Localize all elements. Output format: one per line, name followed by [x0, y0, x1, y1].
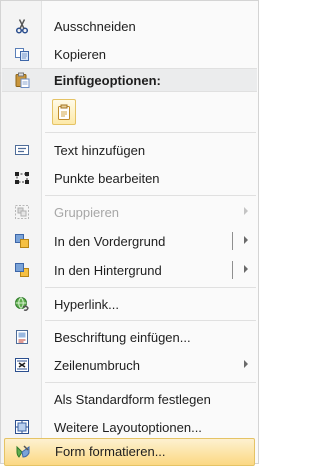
menu-item-group[interactable]: Gruppieren [2, 199, 257, 225]
submenu-arrow-icon[interactable] [244, 236, 248, 244]
bring-to-front-icon [14, 233, 30, 249]
menu-item-label: Text hinzufügen [54, 143, 146, 158]
scissors-icon [14, 18, 30, 34]
menu-item-insert-caption[interactable]: Beschriftung einfügen... [2, 324, 257, 350]
text-wrap-icon [14, 357, 30, 373]
format-shape-icon [15, 444, 31, 460]
separator [45, 382, 256, 383]
paste-options-header: Einfügeoptionen: [2, 68, 257, 92]
menu-item-hyperlink[interactable]: Hyperlink... [2, 291, 257, 317]
menu-item-label: Punkte bearbeiten [54, 171, 160, 186]
menu-item-set-default-shape[interactable]: Als Standardform festlegen [2, 386, 257, 412]
menu-item-label: Form formatieren... [55, 444, 166, 459]
menu-item-label: Hyperlink... [54, 297, 120, 312]
separator [45, 287, 256, 288]
split-divider [232, 261, 233, 279]
menu-item-label: Beschriftung einfügen... [54, 330, 191, 345]
menu-item-label: Kopieren [54, 47, 107, 62]
split-divider [232, 232, 233, 250]
clipboard-icon [14, 72, 30, 88]
menu-item-text-wrap[interactable]: Zeilenumbruch [2, 352, 257, 378]
menu-item-label: Zeilenumbruch [54, 358, 140, 373]
menu-item-bring-to-front[interactable]: In den Vordergrund [2, 228, 257, 254]
copy-icon [14, 46, 30, 62]
menu-item-label: In den Hintergrund [54, 263, 162, 278]
menu-item-format-shape[interactable]: Form formatieren... [4, 438, 255, 466]
menu-item-label: Gruppieren [54, 205, 120, 220]
layout-options-icon [14, 419, 30, 435]
menu-item-label: Ausschneiden [54, 19, 136, 34]
hyperlink-globe-icon [14, 296, 30, 312]
group-icon [14, 204, 30, 220]
menu-item-add-text[interactable]: Text hinzufügen [2, 137, 257, 163]
insert-caption-icon [14, 329, 30, 345]
separator [45, 132, 256, 133]
menu-item-send-to-back[interactable]: In den Hintergrund [2, 257, 257, 283]
menu-item-label: In den Vordergrund [54, 234, 166, 249]
menu-item-copy[interactable]: Kopieren [2, 41, 257, 67]
submenu-arrow-icon [244, 360, 248, 368]
text-box-icon [14, 142, 30, 158]
submenu-arrow-icon[interactable] [244, 265, 248, 273]
menu-item-cut[interactable]: Ausschneiden [2, 13, 257, 39]
separator [45, 320, 256, 321]
submenu-arrow-icon [244, 207, 248, 215]
paste-keep-formatting-icon [58, 104, 70, 120]
menu-item-edit-points[interactable]: Punkte bearbeiten [2, 165, 257, 191]
menu-item-label: Weitere Layoutoptionen... [54, 420, 202, 435]
context-menu: Ausschneiden Kopieren Einfügeoptionen: T… [0, 0, 259, 466]
menu-item-label: Als Standardform festlegen [54, 392, 211, 407]
separator [45, 195, 256, 196]
menu-item-more-layout-options[interactable]: Weitere Layoutoptionen... [2, 414, 257, 440]
send-to-back-icon [14, 262, 30, 278]
menu-item-label: Einfügeoptionen: [54, 73, 161, 88]
edit-points-icon [14, 170, 30, 186]
paste-keep-formatting-button[interactable] [52, 99, 76, 125]
